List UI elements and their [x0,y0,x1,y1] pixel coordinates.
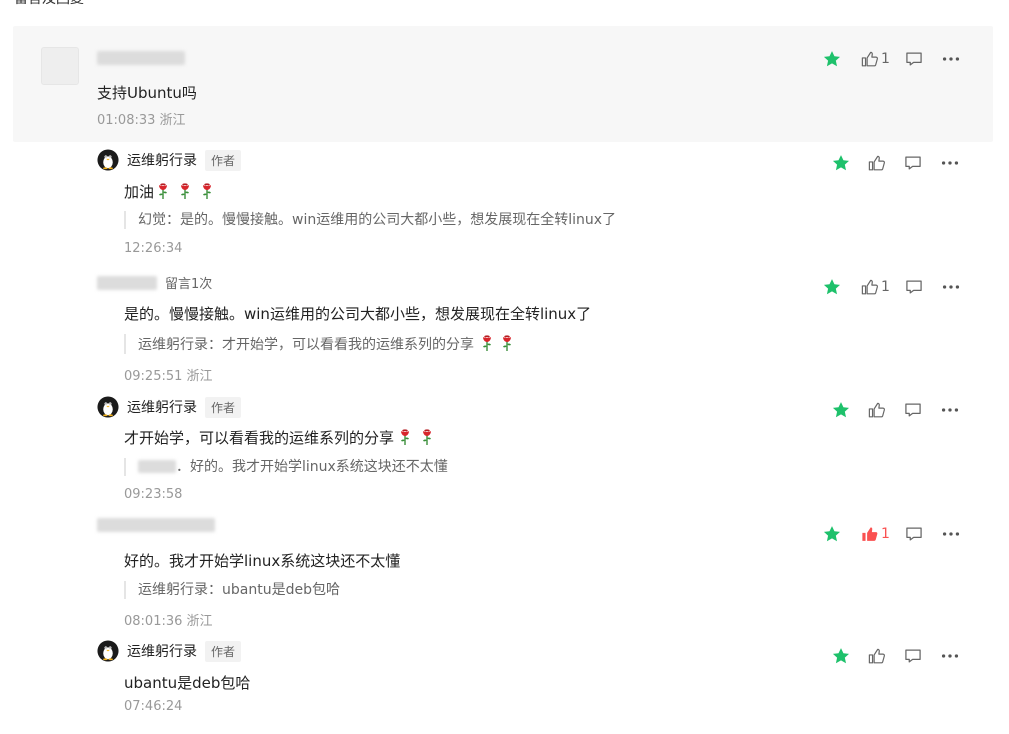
more-icon[interactable] [940,48,962,70]
comment-author[interactable]: 运维躬行录 作者 [97,396,242,418]
author-tag: 作者 [205,149,242,171]
comment-icon[interactable] [903,399,923,421]
comment-author[interactable]: 运维躬行录 作者 [97,640,242,662]
quoted-reply: 幻觉：是的。慢慢接触。win运维用的公司大都小些，想发展现在全转linux了 [124,211,616,229]
thumbs-up-icon [867,647,886,666]
quoted-reply: ．好的。我才开始学linux系统这块还不太懂 [124,458,448,476]
quoted-reply: 运维躬行录：ubantu是deb包哈 [124,581,340,599]
thumbs-up-icon [867,154,886,173]
star-icon[interactable] [829,399,853,421]
comment-text: 才开始学，可以看看我的运维系列的分享 [124,427,434,448]
rose-emoji-icon [420,428,434,446]
star-icon[interactable] [820,276,844,298]
star-icon[interactable] [829,645,853,667]
comment-meta: 12:26:34 [124,241,183,256]
star-icon[interactable] [829,152,853,174]
more-icon[interactable] [940,276,962,298]
author-name[interactable]: 运维躬行录 [127,641,197,661]
rose-emoji-icon [200,182,214,200]
like-button[interactable]: 1 [860,276,890,298]
author-tag: 作者 [205,640,242,662]
comment-icon[interactable] [903,152,923,174]
rose-emoji-icon [156,182,170,200]
author-name[interactable]: 运维躬行录 [127,150,197,170]
author-tag: 作者 [205,396,242,418]
star-icon[interactable] [820,48,844,70]
quoted-text: 运维躬行录：才开始学，可以看看我的运维系列的分享 [138,337,474,353]
like-count: 1 [881,279,890,295]
comment-text: 好的。我才开始学linux系统这块还不太懂 [124,552,401,570]
comment-actions [829,399,961,421]
thumbs-up-icon [860,50,879,69]
comment-meta: 09:23:58 [124,487,183,502]
comment-text: ubantu是deb包哈 [124,674,251,692]
like-button[interactable]: 1 [860,48,890,70]
like-button[interactable] [867,645,886,667]
penguin-avatar-icon[interactable] [97,640,119,662]
comment-text: 是的。慢慢接触。win运维用的公司大都小些，想发展现在全转linux了 [124,305,592,323]
blurred-username [138,460,176,473]
comment-text: 支持Ubuntu吗 [97,84,197,102]
star-icon[interactable] [820,523,844,545]
rose-emoji-icon [398,428,412,446]
comment-actions [829,152,961,174]
comment-text-body: 才开始学，可以看看我的运维系列的分享 [124,429,395,447]
comment-author[interactable] [97,51,185,65]
comment-text-body: 加油 [124,183,155,201]
author-name[interactable]: 运维躬行录 [127,397,197,417]
comment-meta: 09:25:51 浙江 [124,369,213,384]
more-icon[interactable] [939,399,961,421]
more-icon[interactable] [939,152,961,174]
quoted-reply: 运维躬行录：才开始学，可以看看我的运维系列的分享 [124,334,514,354]
thumbs-up-icon [860,278,879,297]
quoted-text: ．好的。我才开始学linux系统这块还不太懂 [176,459,448,475]
like-button[interactable] [867,399,886,421]
comment-actions: 1 [820,523,962,545]
thumbs-up-icon [867,401,886,420]
penguin-avatar-icon[interactable] [97,396,119,418]
comment-icon[interactable] [903,645,923,667]
comment-text: 加油 [124,181,214,202]
rose-emoji-icon [178,182,192,200]
blurred-username [97,51,185,65]
like-count: 1 [881,526,890,542]
like-button-active[interactable]: 1 [860,523,890,545]
comment-count-tag: 留言1次 [165,277,213,292]
comment-icon[interactable] [904,276,924,298]
like-button[interactable] [867,152,886,174]
comment-icon[interactable] [904,48,924,70]
comment-meta: 08:01:36 浙江 [124,614,213,629]
rose-emoji-icon [500,334,514,352]
rose-emoji-icon [480,334,494,352]
section-title: 留言及回复 [14,0,84,8]
comment-author[interactable] [97,518,215,532]
comment-actions [829,645,961,667]
comment-author[interactable]: 运维躬行录 作者 [97,149,242,171]
more-icon[interactable] [939,645,961,667]
like-count: 1 [881,51,890,67]
comment-meta: 01:08:33 浙江 [97,113,186,128]
comment-meta: 07:46:24 [124,699,183,714]
comment-icon[interactable] [904,523,924,545]
blurred-username [97,275,157,290]
penguin-avatar-icon[interactable] [97,149,119,171]
avatar[interactable] [41,47,79,85]
comment-author[interactable]: 留言1次 [97,273,212,292]
thumbs-up-icon [860,525,879,544]
comment-actions: 1 [820,48,962,70]
blurred-username [97,518,215,532]
more-icon[interactable] [940,523,962,545]
comment-actions: 1 [820,276,962,298]
